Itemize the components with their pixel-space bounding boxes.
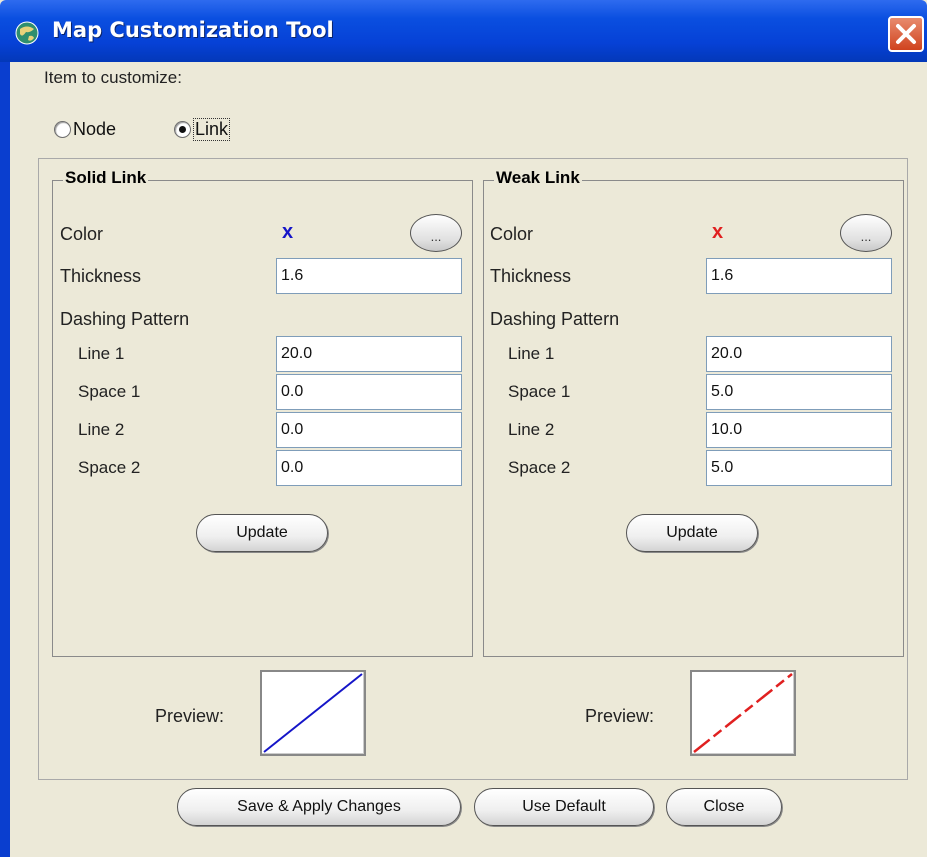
choose-color-button[interactable]: ... <box>840 214 892 252</box>
weak-link-preview <box>690 670 796 756</box>
solid-link-preview <box>260 670 366 756</box>
window-title: Map Customization Tool <box>52 18 334 42</box>
space2-input[interactable]: 0.0 <box>276 450 462 486</box>
dashed-line-sample <box>693 673 793 753</box>
close-button[interactable]: Close <box>666 788 782 826</box>
radio-node-label: Node <box>73 118 117 139</box>
line2-input[interactable]: 10.0 <box>706 412 892 448</box>
solid-line-sample <box>263 673 363 753</box>
line1-input[interactable]: 20.0 <box>276 336 462 372</box>
panel-title: Solid Link <box>63 168 149 188</box>
dashing-pattern-label: Dashing Pattern <box>490 309 620 329</box>
space1-input[interactable]: 0.0 <box>276 374 462 410</box>
line1-input[interactable]: 20.0 <box>706 336 892 372</box>
color-swatch: x <box>282 221 294 243</box>
update-button[interactable]: Update <box>196 514 328 552</box>
choose-color-button[interactable]: ... <box>410 214 462 252</box>
thickness-input[interactable]: 1.6 <box>706 258 892 294</box>
line2-label: Line 2 <box>508 420 555 439</box>
window-close-button[interactable] <box>888 16 924 52</box>
item-to-customize-label: Item to customize: <box>44 68 182 87</box>
globe-icon <box>15 21 39 45</box>
color-label: Color <box>60 224 104 244</box>
space1-label: Space 1 <box>78 382 141 401</box>
space2-label: Space 2 <box>508 458 571 477</box>
use-default-button[interactable]: Use Default <box>474 788 654 826</box>
thickness-input[interactable]: 1.6 <box>276 258 462 294</box>
save-apply-button[interactable]: Save & Apply Changes <box>177 788 461 826</box>
space1-input[interactable]: 5.0 <box>706 374 892 410</box>
thickness-label: Thickness <box>60 266 142 286</box>
close-icon <box>896 24 916 44</box>
line1-label: Line 1 <box>508 344 555 363</box>
color-label: Color <box>490 224 534 244</box>
space2-label: Space 2 <box>78 458 141 477</box>
color-swatch: x <box>712 221 724 243</box>
radio-circle-checked[interactable] <box>174 120 191 138</box>
space1-label: Space 1 <box>508 382 571 401</box>
line2-label: Line 2 <box>78 420 125 439</box>
panel-title: Weak Link <box>494 168 582 188</box>
window-border <box>0 62 10 857</box>
radio-link-label: Link <box>193 117 231 141</box>
radio-link[interactable]: Link <box>174 117 231 141</box>
dashing-pattern-label: Dashing Pattern <box>60 309 190 329</box>
preview-label: Preview: <box>155 706 225 726</box>
update-button[interactable]: Update <box>626 514 758 552</box>
line2-input[interactable]: 0.0 <box>276 412 462 448</box>
thickness-label: Thickness <box>490 266 572 286</box>
radio-circle[interactable] <box>54 120 71 138</box>
title-bar: Map Customization Tool <box>0 0 927 62</box>
preview-label: Preview: <box>585 706 655 726</box>
space2-input[interactable]: 5.0 <box>706 450 892 486</box>
radio-node[interactable]: Node <box>54 117 116 141</box>
line1-label: Line 1 <box>78 344 125 363</box>
